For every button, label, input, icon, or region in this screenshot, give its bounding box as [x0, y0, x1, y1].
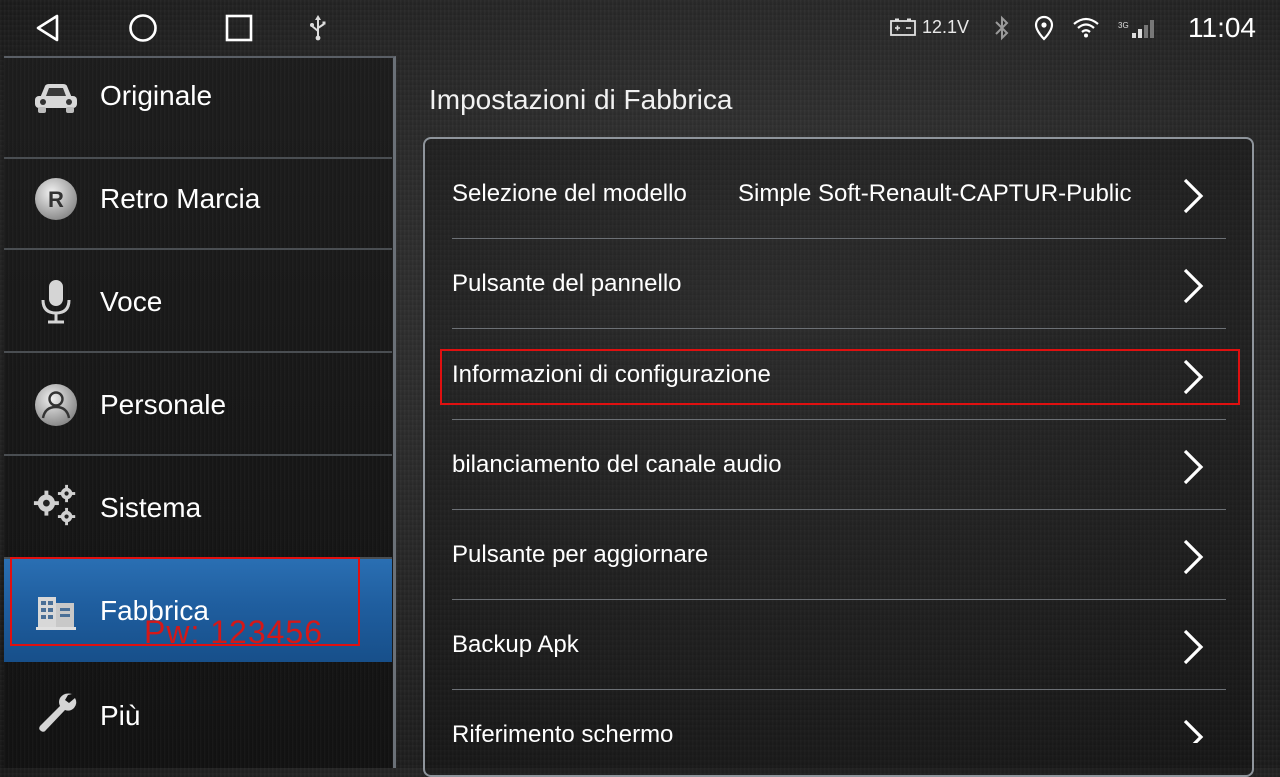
row-riferimento-schermo[interactable]: Riferimento schermo	[452, 691, 1226, 743]
sidebar-item-label: Voce	[100, 286, 163, 317]
wrench-icon	[32, 688, 80, 736]
recent-apps-button[interactable]	[219, 10, 259, 46]
signal-icon: 3G	[1118, 20, 1154, 38]
car-icon	[32, 74, 80, 122]
row-divider	[452, 509, 1226, 510]
sidebar-item-label: Retro Marcia	[100, 183, 261, 214]
sidebar-item-label: Più	[100, 700, 141, 731]
row-divider	[452, 238, 1226, 239]
chevron-right-icon	[1183, 629, 1204, 665]
row-label: Pulsante del pannello	[452, 270, 682, 297]
usb-icon	[310, 15, 326, 41]
sidebar-item-voce[interactable]: Voce	[4, 250, 392, 353]
row-value: Simple Soft-Renault-CAPTUR-Public	[738, 180, 1132, 207]
sidebar-item-retro-marcia[interactable]: R Retro Marcia	[4, 147, 392, 250]
chevron-right-icon	[1183, 449, 1204, 485]
chevron-right-icon	[1183, 719, 1204, 743]
row-pulsante-pannello[interactable]: Pulsante del pannello	[452, 240, 1226, 329]
row-bilanciamento-audio[interactable]: bilanciamento del canale audio	[452, 421, 1226, 510]
row-label: bilanciamento del canale audio	[452, 451, 782, 478]
gears-icon	[32, 482, 80, 530]
row-backup-apk[interactable]: Backup Apk	[452, 601, 1226, 690]
row-divider	[452, 419, 1226, 420]
sidebar-item-label: Originale	[100, 80, 213, 111]
wifi-icon	[1073, 17, 1099, 38]
row-divider	[452, 689, 1226, 690]
password-note: Pw: 123456	[144, 614, 324, 650]
chevron-right-icon	[1183, 268, 1204, 304]
row-label: Backup Apk	[452, 631, 579, 658]
location-icon	[1034, 15, 1054, 41]
reverse-r-icon: R	[32, 175, 80, 223]
sidebar-item-label: Personale	[100, 389, 227, 420]
row-divider	[452, 328, 1226, 329]
sidebar-item-piu[interactable]: Più	[4, 662, 392, 765]
bluetooth-icon	[995, 15, 1009, 41]
sidebar-item-label: Sistema	[100, 492, 202, 523]
row-selezione-modello[interactable]: Selezione del modello Simple Soft-Renaul…	[452, 150, 1226, 239]
svg-text:R: R	[48, 187, 64, 212]
clock: 11:04	[1188, 12, 1256, 43]
home-icon	[129, 14, 157, 42]
back-button[interactable]	[28, 10, 68, 46]
page-title: Impostazioni di Fabbrica	[429, 84, 733, 115]
sidebar: Originale R Retro Marcia Voce Personale …	[4, 56, 396, 768]
home-button[interactable]	[123, 10, 163, 46]
chevron-right-icon	[1183, 539, 1204, 575]
sidebar-item-sistema[interactable]: Sistema	[4, 456, 392, 559]
recent-apps-icon	[225, 14, 253, 42]
sidebar-item-originale[interactable]: Originale	[4, 58, 392, 159]
chevron-right-icon	[1183, 178, 1204, 214]
battery-icon	[890, 18, 916, 36]
annotation-box-configurazione	[440, 349, 1240, 405]
status-bar: 12.1V 3G 11:04	[0, 0, 1280, 56]
back-icon	[36, 14, 59, 42]
microphone-icon	[32, 278, 80, 326]
network-type: 3G	[1118, 21, 1129, 30]
row-pulsante-aggiornare[interactable]: Pulsante per aggiornare	[452, 511, 1226, 600]
person-icon	[32, 381, 80, 429]
row-label: Pulsante per aggiornare	[452, 541, 709, 568]
row-label: Selezione del modello	[452, 180, 687, 207]
row-divider	[452, 599, 1226, 600]
row-label: Riferimento schermo	[452, 721, 674, 743]
sidebar-item-personale[interactable]: Personale	[4, 353, 392, 456]
voltage-readout: 12.1V	[922, 17, 970, 37]
